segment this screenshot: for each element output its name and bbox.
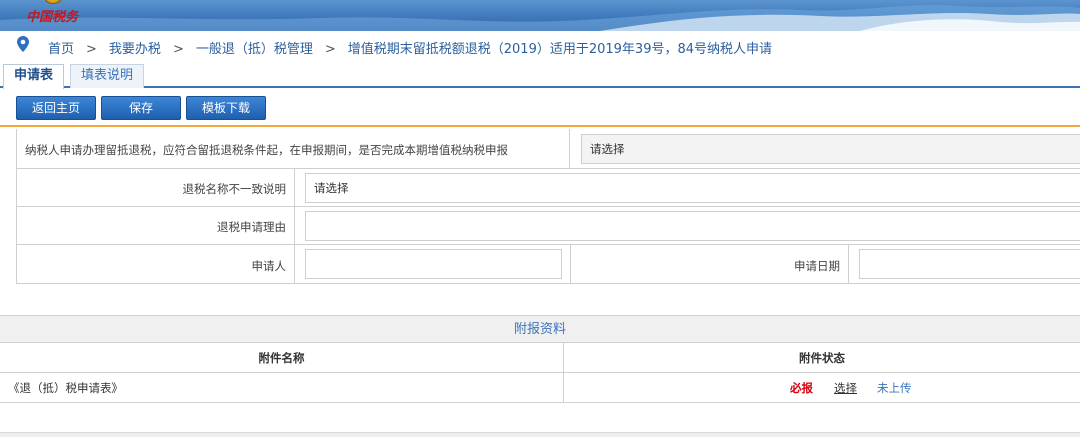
tab-application-form[interactable]: 申请表: [3, 64, 65, 89]
tab-fill-instructions[interactable]: 填表说明: [70, 64, 145, 88]
breadcrumb-tax-services[interactable]: 我要办税: [109, 42, 161, 57]
header-banner: 中国税务: [0, 0, 1080, 31]
application-date-input[interactable]: [859, 249, 1080, 279]
declaration-select[interactable]: 请选择: [581, 134, 1080, 164]
breadcrumb-separator: >: [172, 42, 184, 57]
form-row-declaration: 纳税人申请办理留抵退税，应符合留抵退税条件起，在申报期间，是否完成本期增值税纳税…: [16, 129, 1080, 169]
breadcrumb-separator: >: [324, 42, 336, 57]
breadcrumb-current-page: 增值税期末留抵税额退税（2019）适用于2019年39号，84号纳税人申请: [347, 42, 773, 57]
declaration-question-label: 纳税人申请办理留抵退税，应符合留抵退税条件起，在申报期间，是否完成本期增值税纳税…: [25, 143, 508, 157]
breadcrumb: 首页 > 我要办税 > 一般退（抵）税管理 > 增值税期末留抵税额退税（2019）适用于20…: [0, 33, 1080, 59]
attachment-name: 《退（抵）税申请表》: [8, 381, 123, 395]
attachments-header: 附件名称 附件状态: [0, 343, 1080, 373]
applicant-label: 申请人: [251, 259, 287, 273]
breadcrumb-refund-management[interactable]: 一般退（抵）税管理: [196, 42, 313, 57]
attachments-title: 附报资料: [0, 315, 1080, 343]
application-date-label: 申请日期: [794, 259, 840, 273]
required-badge: 必报: [790, 381, 813, 395]
attachment-status-header: 附件状态: [799, 351, 845, 365]
name-mismatch-label: 退税名称不一致说明: [182, 182, 287, 196]
bottom-divider: [0, 432, 1080, 437]
site-logo[interactable]: 中国税务: [26, 6, 78, 25]
location-pin-icon: [17, 36, 29, 52]
name-mismatch-select[interactable]: 请选择: [305, 173, 1080, 203]
refund-reason-label: 退税申请理由: [217, 220, 286, 234]
form-row-applicant: 申请人 申请日期: [16, 245, 1080, 284]
table-row: 《退（抵）税申请表》 必报 选择 未上传: [0, 373, 1080, 403]
toolbar: 返回主页 保存 模板下载: [0, 89, 1080, 127]
save-button[interactable]: 保存: [101, 96, 181, 120]
mountain-illustration: [0, 5, 1080, 31]
form-row-reason: 退税申请理由: [16, 207, 1080, 245]
refund-reason-input[interactable]: [305, 211, 1080, 241]
applicant-input[interactable]: [305, 249, 562, 279]
attachments-section: 附报资料 附件名称 附件状态 《退（抵）税申请表》 必报 选择 未上传: [0, 315, 1080, 403]
upload-status: 未上传: [877, 381, 912, 395]
template-download-button[interactable]: 模板下载: [186, 96, 266, 120]
refund-application-form: 纳税人申请办理留抵退税，应符合留抵退税条件起，在申报期间，是否完成本期增值税纳税…: [16, 129, 1080, 284]
tab-bar: 申请表 填表说明: [0, 62, 1080, 89]
select-file-link[interactable]: 选择: [834, 373, 857, 403]
breadcrumb-separator: >: [86, 42, 97, 57]
breadcrumb-home[interactable]: 首页: [48, 42, 74, 57]
form-row-name-mismatch: 退税名称不一致说明 请选择: [16, 169, 1080, 207]
attachment-name-header: 附件名称: [258, 351, 305, 365]
back-home-button[interactable]: 返回主页: [16, 96, 96, 120]
